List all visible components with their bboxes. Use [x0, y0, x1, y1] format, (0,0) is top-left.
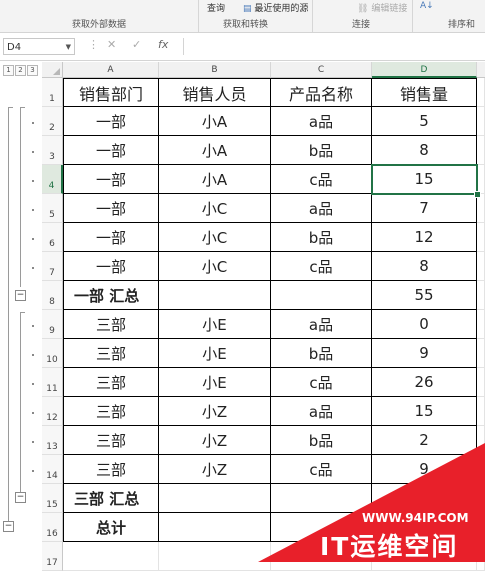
watermark-banner	[258, 443, 485, 562]
watermark-logo-text: IT运维空间	[320, 532, 459, 561]
watermark-url: WWW.94IP.COM	[362, 511, 469, 525]
